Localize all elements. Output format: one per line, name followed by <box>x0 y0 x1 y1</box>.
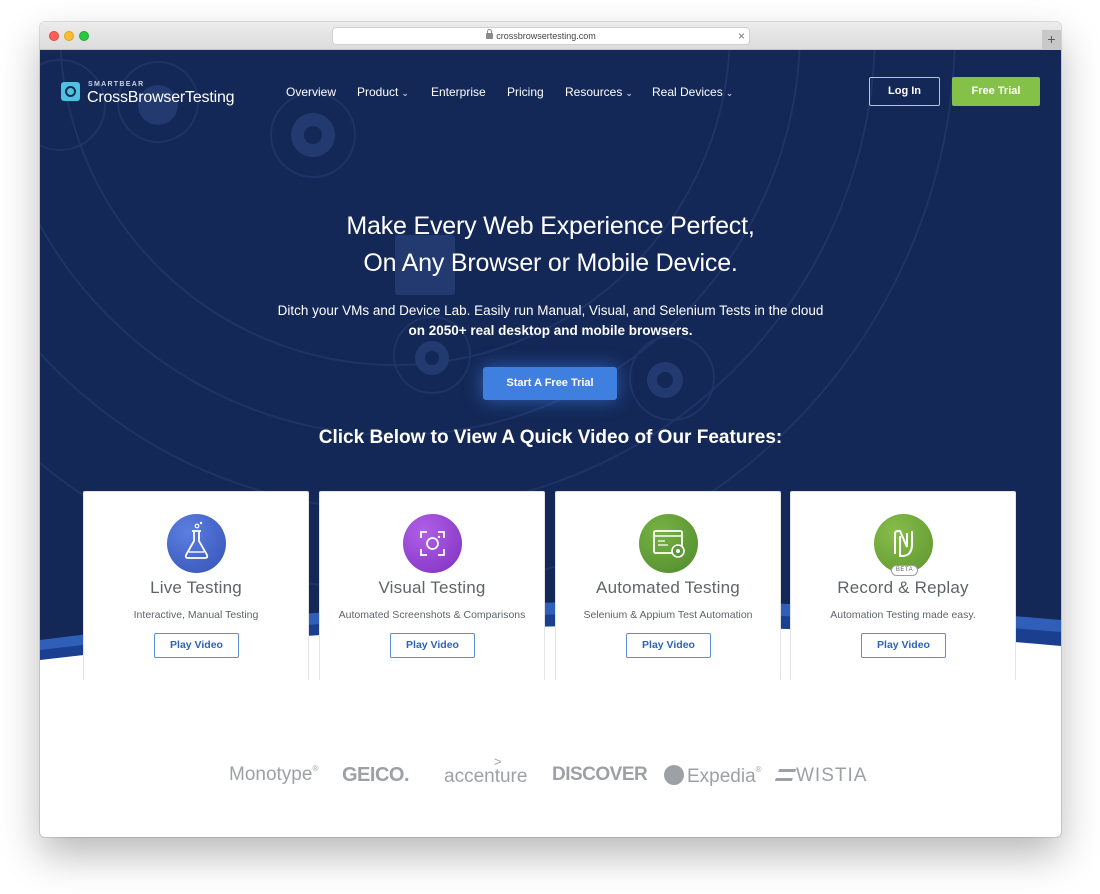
card-description: Automated Screenshots & Comparisons <box>338 609 526 621</box>
client-name: Monotype <box>229 764 313 785</box>
play-video-button[interactable]: Play Video <box>390 633 475 658</box>
geico-logo: GEICO. <box>342 764 410 794</box>
chevron-down-icon: ⌄ <box>725 88 734 98</box>
play-video-button[interactable]: Play Video <box>154 633 239 658</box>
discover-logo: DISCOVER <box>552 764 648 794</box>
hero-subline: Ditch your VMs and Device Lab. Easily ru… <box>40 301 1061 341</box>
start-free-trial-button[interactable]: Start A Free Trial <box>483 367 617 400</box>
client-name: DISCOVER <box>552 764 648 785</box>
nav-real-devices-label: Real Devices <box>652 85 723 99</box>
card-description: Selenium & Appium Test Automation <box>583 609 753 621</box>
hero-headline: Make Every Web Experience Perfect, On An… <box>40 208 1061 282</box>
nav-pricing-label: Pricing <box>507 85 544 99</box>
nav-overview[interactable]: Overview <box>286 85 336 103</box>
clear-url-icon[interactable]: × <box>738 28 745 44</box>
registered-mark: ® <box>312 764 319 773</box>
address-bar[interactable]: crossbrowsertesting.com × <box>332 27 750 45</box>
registered-mark: ® <box>755 765 762 774</box>
browser-window: crossbrowsertesting.com × + SMARTBEAR Cr… <box>40 22 1061 837</box>
hero-section: SMARTBEAR CrossBrowserTesting Overview P… <box>40 50 1061 680</box>
logo-company: SMARTBEAR <box>88 81 145 88</box>
card-title: Live Testing <box>150 578 242 597</box>
features-title: Click Below to View A Quick Video of Our… <box>318 427 783 448</box>
logo-mark-icon <box>61 82 80 101</box>
browser-gear-icon <box>639 514 698 573</box>
play-video-button[interactable]: Play Video <box>861 633 946 658</box>
play-video-button[interactable]: Play Video <box>626 633 711 658</box>
hero-subline-bold: on 2050+ real desktop and mobile browser… <box>408 323 693 338</box>
nav-enterprise-label: Enterprise <box>431 85 486 99</box>
camera-frame-icon <box>403 514 462 573</box>
accenture-chevron-icon: > <box>494 754 502 769</box>
free-trial-button[interactable]: Free Trial <box>952 77 1040 106</box>
card-description: Automation Testing made easy. <box>830 609 976 621</box>
beta-badge: BETA <box>891 565 918 576</box>
nav-resources[interactable]: Resources ⌄ <box>565 85 633 103</box>
nav-real-devices[interactable]: Real Devices ⌄ <box>652 85 733 103</box>
nav-resources-label: Resources <box>565 85 623 99</box>
logo-product: CrossBrowserTesting <box>87 89 235 106</box>
feature-card-automated-testing[interactable]: Automated Testing Selenium & Appium Test… <box>555 491 781 680</box>
minimize-window-button[interactable] <box>64 31 74 41</box>
hero-headline-line2: On Any Browser or Mobile Device. <box>363 249 738 277</box>
client-name: Expedia <box>687 766 756 787</box>
client-name: accenture <box>444 766 528 787</box>
nav-overview-label: Overview <box>286 85 337 99</box>
chevron-down-icon: ⌄ <box>401 88 409 98</box>
nav-product[interactable]: Product ⌄ <box>357 85 409 103</box>
accenture-logo: > accenture <box>444 754 528 796</box>
wistia-logo: WISTIA <box>774 765 868 795</box>
client-name: GEICO <box>342 764 404 786</box>
card-title: Visual Testing <box>378 578 486 597</box>
card-title: Automated Testing <box>596 578 740 597</box>
client-mark: . <box>403 764 410 786</box>
zoom-window-button[interactable] <box>79 31 89 41</box>
close-window-button[interactable] <box>49 31 59 41</box>
feature-card-live-testing[interactable]: Live Testing Interactive, Manual Testing… <box>83 491 309 680</box>
new-tab-button[interactable]: + <box>1042 30 1061 50</box>
flask-icon <box>167 514 226 573</box>
login-button[interactable]: Log In <box>869 77 940 106</box>
feature-card-visual-testing[interactable]: Visual Testing Automated Screenshots & C… <box>319 491 545 680</box>
address-bar-url: crossbrowsertesting.com <box>496 31 596 41</box>
browser-titlebar: crossbrowsertesting.com × + <box>40 22 1061 50</box>
nav-product-label: Product <box>357 85 399 99</box>
card-description: Interactive, Manual Testing <box>133 609 259 621</box>
lock-icon <box>486 29 494 39</box>
client-name: WISTIA <box>796 765 868 786</box>
hero-headline-line1: Make Every Web Experience Perfect, <box>346 212 755 240</box>
monotype-logo: Monotype® <box>229 764 318 794</box>
feature-card-record-replay[interactable]: BETA Record & Replay Automation Testing … <box>790 491 1016 680</box>
expedia-globe-icon <box>664 765 684 785</box>
expedia-logo: Expedia® <box>664 765 762 795</box>
card-title: Record & Replay <box>837 578 969 597</box>
nav-pricing[interactable]: Pricing <box>507 85 544 103</box>
hero-subline-text: Ditch your VMs and Device Lab. Easily ru… <box>277 303 824 318</box>
chevron-down-icon: ⌄ <box>625 88 633 98</box>
wistia-mark-icon <box>774 769 797 781</box>
nav-enterprise[interactable]: Enterprise <box>431 85 486 103</box>
